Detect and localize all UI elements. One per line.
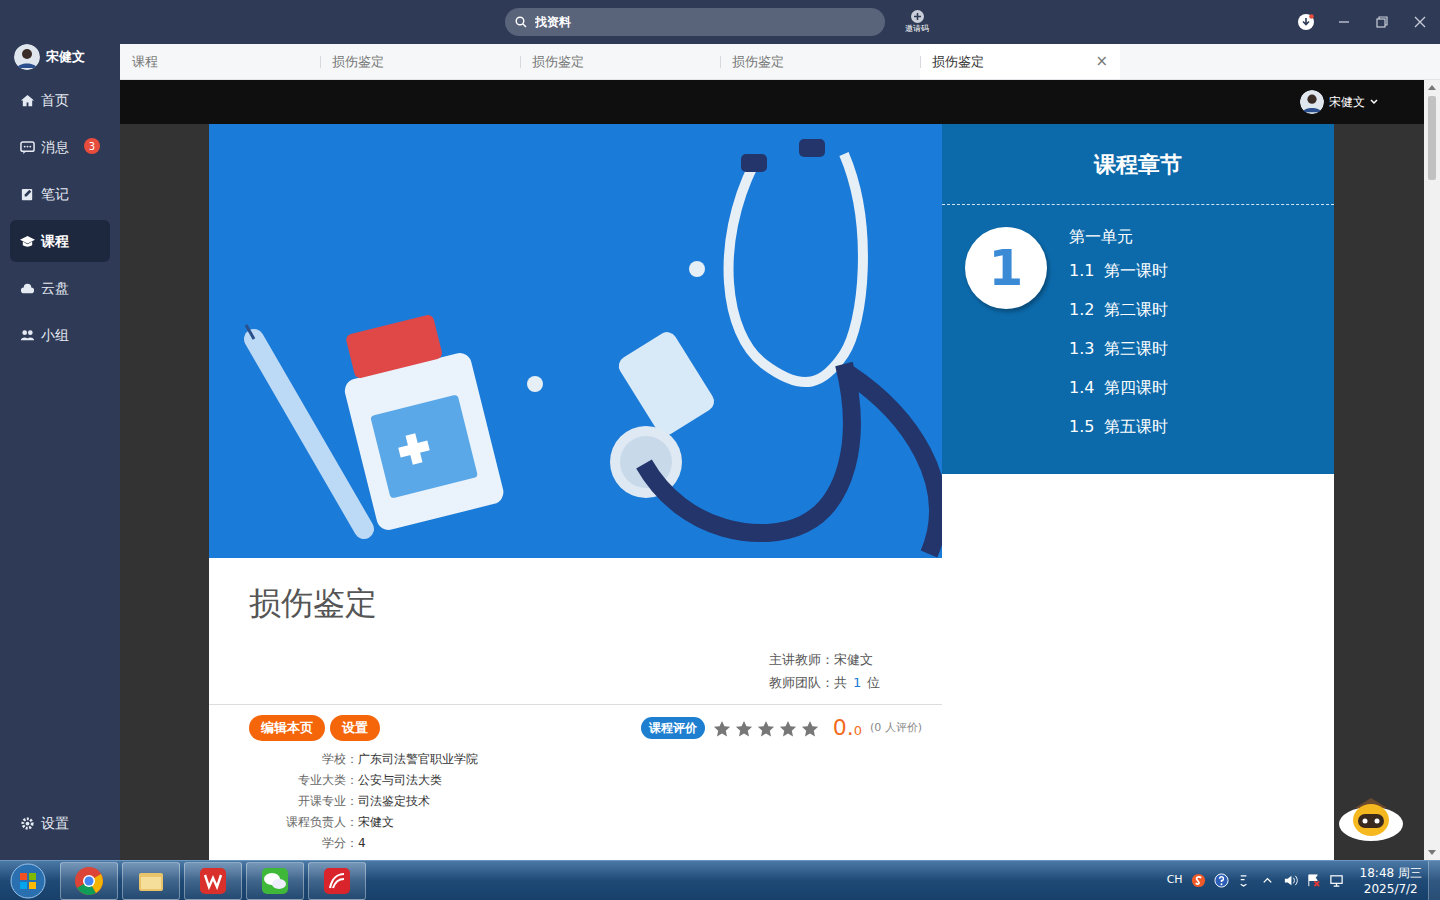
group-icon (20, 328, 35, 343)
sidebar-item[interactable]: 云盘 (10, 267, 110, 309)
chrome-app[interactable] (60, 862, 118, 900)
sidebar-user[interactable]: 宋健文 (0, 40, 120, 74)
settings-button[interactable]: 设置 (330, 715, 380, 741)
star-icon[interactable] (735, 718, 753, 739)
course-title: 损伤鉴定 (209, 583, 942, 623)
sidebar-item[interactable]: 笔记 (10, 173, 110, 215)
message-icon (20, 140, 35, 155)
folder-icon (136, 866, 166, 896)
rating-label[interactable]: 课程评价 (641, 717, 705, 739)
course-page: 损伤鉴定 主讲教师：宋健文 教师团队：共1位 编辑本页设置 课程评价 0.0 (… (209, 124, 1334, 860)
tab-bar: 课程损伤鉴定损伤鉴定损伤鉴定损伤鉴定× (120, 44, 1440, 80)
info-row: 学分：4 (209, 833, 942, 854)
chapter-panel: 课程章节 1 第一单元 1.1第一课时1.2第二课时1.3第三课时1.4第四课时… (942, 124, 1334, 474)
star-icon[interactable] (713, 718, 731, 739)
avatar-icon (1300, 90, 1324, 114)
close-window-icon[interactable] (1412, 14, 1428, 30)
wechat-app[interactable] (246, 862, 304, 900)
chevron-down-icon[interactable] (1370, 98, 1378, 106)
taskbar: CH 18:48 周三 2025/7/2 (0, 860, 1440, 900)
cloud-icon (20, 281, 35, 296)
star-icon[interactable] (779, 718, 797, 739)
clock[interactable]: 18:48 周三 2025/7/2 (1360, 865, 1422, 897)
wps-app[interactable] (184, 862, 242, 900)
invite-button[interactable]: 邀请码 (905, 10, 929, 34)
rating-score: 0.0 (833, 717, 862, 739)
wechat-icon (260, 866, 290, 896)
language-indicator[interactable]: CH (1167, 872, 1183, 889)
minimize-icon[interactable] (1336, 14, 1352, 30)
gear-icon (20, 816, 35, 831)
explorer-app[interactable] (122, 862, 180, 900)
search-icon (515, 16, 527, 28)
rating-stars[interactable] (713, 718, 819, 739)
edit-page-button[interactable]: 编辑本页 (249, 715, 325, 741)
tab[interactable]: 课程 (120, 44, 320, 79)
tab[interactable]: 损伤鉴定× (920, 44, 1120, 79)
header-user[interactable]: 宋健文 (1329, 93, 1365, 111)
title-bar: 邀请码 (120, 0, 1440, 44)
sidebar: 宋健文 首页消息3 笔记课程云盘小组 设置 (0, 0, 120, 860)
tab[interactable]: 损伤鉴定 (720, 44, 920, 79)
teacher-info: 主讲教师：宋健文 教师团队：共1位 (209, 648, 942, 694)
lesson-link[interactable]: 1.3第三课时 (1069, 329, 1168, 368)
download-icon[interactable] (1298, 14, 1314, 30)
chrome-icon (74, 866, 104, 896)
info-row: 课程负责人：宋健文 (209, 812, 942, 833)
sidebar-item[interactable]: 首页 (10, 79, 110, 121)
scrollbar[interactable] (1424, 80, 1440, 860)
help-icon[interactable] (1214, 873, 1229, 888)
show-hidden-icon[interactable] (1260, 873, 1275, 888)
lesson-link[interactable]: 1.1第一课时 (1069, 251, 1168, 290)
lesson-link[interactable]: 1.2第二课时 (1069, 290, 1168, 329)
show-desktop-button[interactable] (1428, 861, 1440, 900)
volume-icon[interactable] (1283, 873, 1298, 888)
windows-start-icon[interactable] (10, 863, 46, 899)
star-icon[interactable] (757, 718, 775, 739)
page-header: 宋健文 (120, 80, 1424, 124)
unit-number: 1 (965, 227, 1047, 309)
medical-illustration-icon (209, 124, 942, 558)
assistant-mascot-icon[interactable] (1338, 794, 1404, 842)
tab[interactable]: 损伤鉴定 (520, 44, 720, 79)
chaoxing-app[interactable] (308, 862, 366, 900)
network-icon[interactable] (1329, 873, 1344, 888)
network-status-icon[interactable] (1237, 873, 1252, 888)
lesson-link[interactable]: 1.4第四课时 (1069, 368, 1168, 407)
wps-icon (198, 866, 228, 896)
course-info: 学校：广东司法警官职业学院专业大类：公安与司法大类开课专业：司法鉴定技术课程负责… (209, 749, 942, 854)
unread-badge: 3 (84, 138, 100, 154)
sidebar-item[interactable]: 课程 (10, 220, 110, 262)
lesson-link[interactable]: 1.5第五课时 (1069, 407, 1168, 446)
rating-count: (0 人评价) (870, 720, 922, 737)
course-banner (209, 124, 942, 558)
flag-icon[interactable] (1306, 873, 1321, 888)
note-icon (20, 187, 35, 202)
sogou-icon[interactable] (1191, 873, 1206, 888)
search-input[interactable] (533, 12, 885, 32)
info-row: 学校：广东司法警官职业学院 (209, 749, 942, 770)
settings-item[interactable]: 设置 (10, 802, 110, 844)
restore-icon[interactable] (1374, 14, 1390, 30)
plus-icon (911, 10, 924, 23)
chaoxing-icon (322, 866, 352, 896)
graduation-cap-icon (20, 234, 35, 249)
tab[interactable]: 损伤鉴定 (320, 44, 520, 79)
avatar-icon (14, 44, 40, 70)
tab-close-button[interactable]: × (1095, 50, 1108, 73)
sidebar-item[interactable]: 小组 (10, 314, 110, 356)
home-icon (20, 93, 35, 108)
search-box[interactable] (505, 8, 885, 36)
sidebar-item[interactable]: 消息3 (10, 126, 110, 168)
info-row: 专业大类：公安与司法大类 (209, 770, 942, 791)
unit-title[interactable]: 第一单元 (1069, 227, 1168, 247)
star-icon[interactable] (801, 718, 819, 739)
info-row: 开课专业：司法鉴定技术 (209, 791, 942, 812)
